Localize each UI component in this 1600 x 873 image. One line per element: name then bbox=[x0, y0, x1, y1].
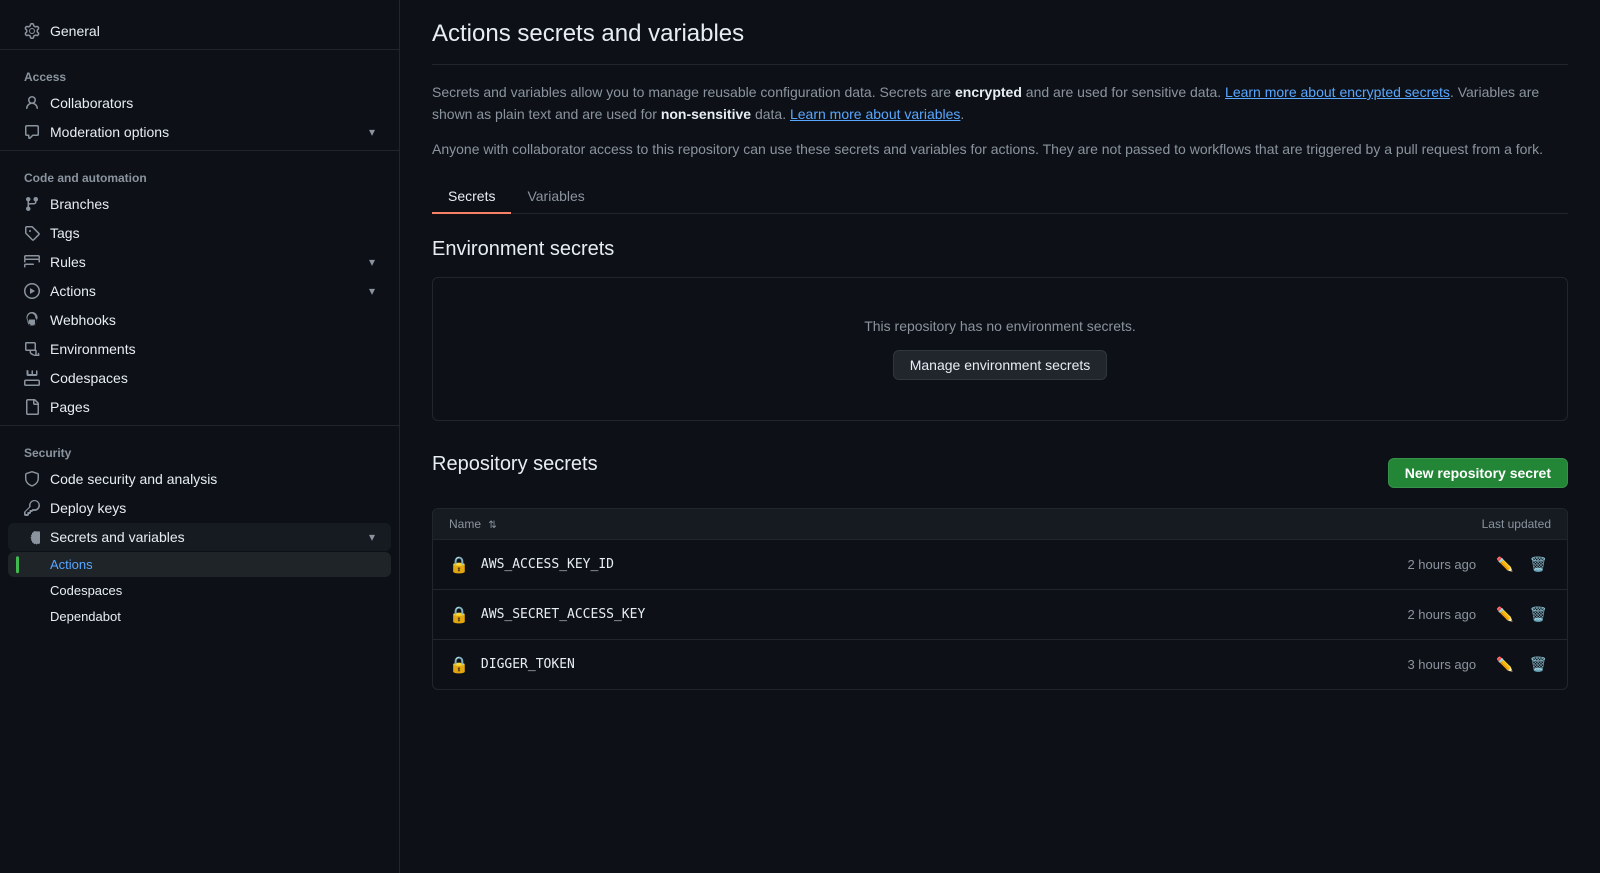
lock-icon: 🔒 bbox=[449, 555, 469, 575]
branches-icon bbox=[24, 196, 40, 212]
sidebar-sub-item-codespaces[interactable]: Codespaces bbox=[8, 578, 391, 603]
sub-item-actions-label: Actions bbox=[50, 557, 93, 572]
sidebar-collaborators-label: Collaborators bbox=[50, 95, 133, 111]
sidebar-pages-label: Pages bbox=[50, 399, 90, 415]
sidebar-tags-label: Tags bbox=[50, 225, 80, 241]
secrets-table-header: Name ⇅ Last updated bbox=[433, 509, 1567, 540]
secrets-table: Name ⇅ Last updated 🔒 AWS_ACCESS_KEY_ID … bbox=[432, 508, 1568, 690]
variables-link[interactable]: Learn more about variables bbox=[790, 106, 960, 122]
sidebar-item-environments[interactable]: Environments bbox=[8, 335, 391, 363]
edit-secret-button[interactable]: ✏️ bbox=[1492, 652, 1517, 677]
repo-secrets-title: Repository secrets bbox=[432, 453, 598, 476]
sidebar-item-secrets[interactable]: Secrets and variables ▾ bbox=[8, 523, 391, 551]
sidebar-item-actions[interactable]: Actions ▾ bbox=[8, 277, 391, 305]
sidebar-webhooks-label: Webhooks bbox=[50, 312, 116, 328]
description-paragraph-2: Anyone with collaborator access to this … bbox=[432, 138, 1568, 160]
actions-chevron-icon: ▾ bbox=[369, 284, 375, 298]
gear-icon bbox=[24, 23, 40, 39]
main-content: Actions secrets and variables Secrets an… bbox=[400, 0, 1600, 873]
sidebar-actions-label: Actions bbox=[50, 283, 96, 299]
tab-variables[interactable]: Variables bbox=[511, 180, 600, 214]
sidebar-deploykeys-label: Deploy keys bbox=[50, 500, 126, 516]
section-label-access: Access bbox=[0, 54, 399, 88]
repo-secrets-header: Repository secrets New repository secret bbox=[432, 453, 1568, 492]
sidebar-codespaces-label: Codespaces bbox=[50, 370, 128, 386]
sidebar-item-deploykeys[interactable]: Deploy keys bbox=[8, 494, 391, 522]
section-label-security: Security bbox=[0, 430, 399, 464]
secret-icon bbox=[24, 529, 40, 545]
shield-icon bbox=[24, 471, 40, 487]
sidebar-environments-label: Environments bbox=[50, 341, 136, 357]
sidebar-sub-item-actions[interactable]: Actions bbox=[8, 552, 391, 577]
delete-secret-button[interactable]: 🗑️ bbox=[1526, 652, 1551, 677]
codespaces-icon bbox=[24, 370, 40, 386]
sidebar-item-webhooks[interactable]: Webhooks bbox=[8, 306, 391, 334]
table-row: 🔒 AWS_ACCESS_KEY_ID 2 hours ago ✏️ 🗑️ bbox=[433, 540, 1567, 590]
environment-icon bbox=[24, 341, 40, 357]
actions-icon bbox=[24, 283, 40, 299]
env-secrets-title: Environment secrets bbox=[432, 238, 1568, 261]
secret-actions: ✏️ 🗑️ bbox=[1492, 552, 1551, 577]
secret-updated: 3 hours ago bbox=[1407, 657, 1476, 672]
edit-secret-button[interactable]: ✏️ bbox=[1492, 602, 1517, 627]
page-title: Actions secrets and variables bbox=[432, 20, 1568, 65]
tabs-container: Secrets Variables bbox=[432, 180, 1568, 214]
new-repository-secret-button[interactable]: New repository secret bbox=[1388, 458, 1568, 488]
sidebar-item-moderation[interactable]: Moderation options ▾ bbox=[8, 118, 391, 146]
manage-env-secrets-button[interactable]: Manage environment secrets bbox=[893, 350, 1108, 380]
sidebar-item-general-label: General bbox=[50, 23, 100, 39]
tag-icon bbox=[24, 225, 40, 241]
secret-actions: ✏️ 🗑️ bbox=[1492, 602, 1551, 627]
tab-secrets[interactable]: Secrets bbox=[432, 180, 511, 214]
table-row: 🔒 DIGGER_TOKEN 3 hours ago ✏️ 🗑️ bbox=[433, 640, 1567, 689]
sidebar-codesecurity-label: Code security and analysis bbox=[50, 471, 217, 487]
table-header-name: Name ⇅ bbox=[449, 517, 497, 531]
sidebar-rules-label: Rules bbox=[50, 254, 86, 270]
delete-secret-button[interactable]: 🗑️ bbox=[1526, 552, 1551, 577]
sidebar-item-collaborators[interactable]: Collaborators bbox=[8, 89, 391, 117]
sidebar-item-codespaces[interactable]: Codespaces bbox=[8, 364, 391, 392]
secret-updated: 2 hours ago bbox=[1407, 557, 1476, 572]
moderation-chevron-icon: ▾ bbox=[369, 125, 375, 139]
sidebar: General Access Collaborators Moderation … bbox=[0, 0, 400, 873]
rules-chevron-icon: ▾ bbox=[369, 255, 375, 269]
sort-icon[interactable]: ⇅ bbox=[488, 520, 496, 531]
sidebar-item-codesecurity[interactable]: Code security and analysis bbox=[8, 465, 391, 493]
delete-secret-button[interactable]: 🗑️ bbox=[1526, 602, 1551, 627]
sidebar-moderation-label: Moderation options bbox=[50, 124, 169, 140]
sidebar-item-branches[interactable]: Branches bbox=[8, 190, 391, 218]
sidebar-item-general[interactable]: General bbox=[8, 17, 391, 45]
sidebar-item-tags[interactable]: Tags bbox=[8, 219, 391, 247]
env-secrets-box: This repository has no environment secre… bbox=[432, 277, 1568, 421]
env-secrets-empty-message: This repository has no environment secre… bbox=[453, 318, 1547, 334]
table-header-updated: Last updated bbox=[1482, 517, 1551, 531]
sub-item-dependabot-label: Dependabot bbox=[50, 609, 121, 624]
sidebar-branches-label: Branches bbox=[50, 196, 109, 212]
description-paragraph-1: Secrets and variables allow you to manag… bbox=[432, 81, 1568, 126]
edit-secret-button[interactable]: ✏️ bbox=[1492, 552, 1517, 577]
sidebar-item-pages[interactable]: Pages bbox=[8, 393, 391, 421]
sub-item-codespaces-label: Codespaces bbox=[50, 583, 122, 598]
secret-updated: 2 hours ago bbox=[1407, 607, 1476, 622]
secret-name: DIGGER_TOKEN bbox=[481, 657, 1408, 672]
lock-icon: 🔒 bbox=[449, 655, 469, 675]
sidebar-sub-item-dependabot[interactable]: Dependabot bbox=[8, 604, 391, 629]
comment-icon bbox=[24, 124, 40, 140]
rules-icon bbox=[24, 254, 40, 270]
secret-name: AWS_ACCESS_KEY_ID bbox=[481, 557, 1408, 572]
sidebar-item-rules[interactable]: Rules ▾ bbox=[8, 248, 391, 276]
person-icon bbox=[24, 95, 40, 111]
secret-name: AWS_SECRET_ACCESS_KEY bbox=[481, 607, 1408, 622]
section-label-code: Code and automation bbox=[0, 155, 399, 189]
secrets-chevron-icon: ▾ bbox=[369, 530, 375, 544]
encrypted-secrets-link[interactable]: Learn more about encrypted secrets bbox=[1225, 84, 1450, 100]
sidebar-secrets-label: Secrets and variables bbox=[50, 529, 185, 545]
key-icon bbox=[24, 500, 40, 516]
table-row: 🔒 AWS_SECRET_ACCESS_KEY 2 hours ago ✏️ 🗑… bbox=[433, 590, 1567, 640]
webhook-icon bbox=[24, 312, 40, 328]
secret-actions: ✏️ 🗑️ bbox=[1492, 652, 1551, 677]
lock-icon: 🔒 bbox=[449, 605, 469, 625]
pages-icon bbox=[24, 399, 40, 415]
